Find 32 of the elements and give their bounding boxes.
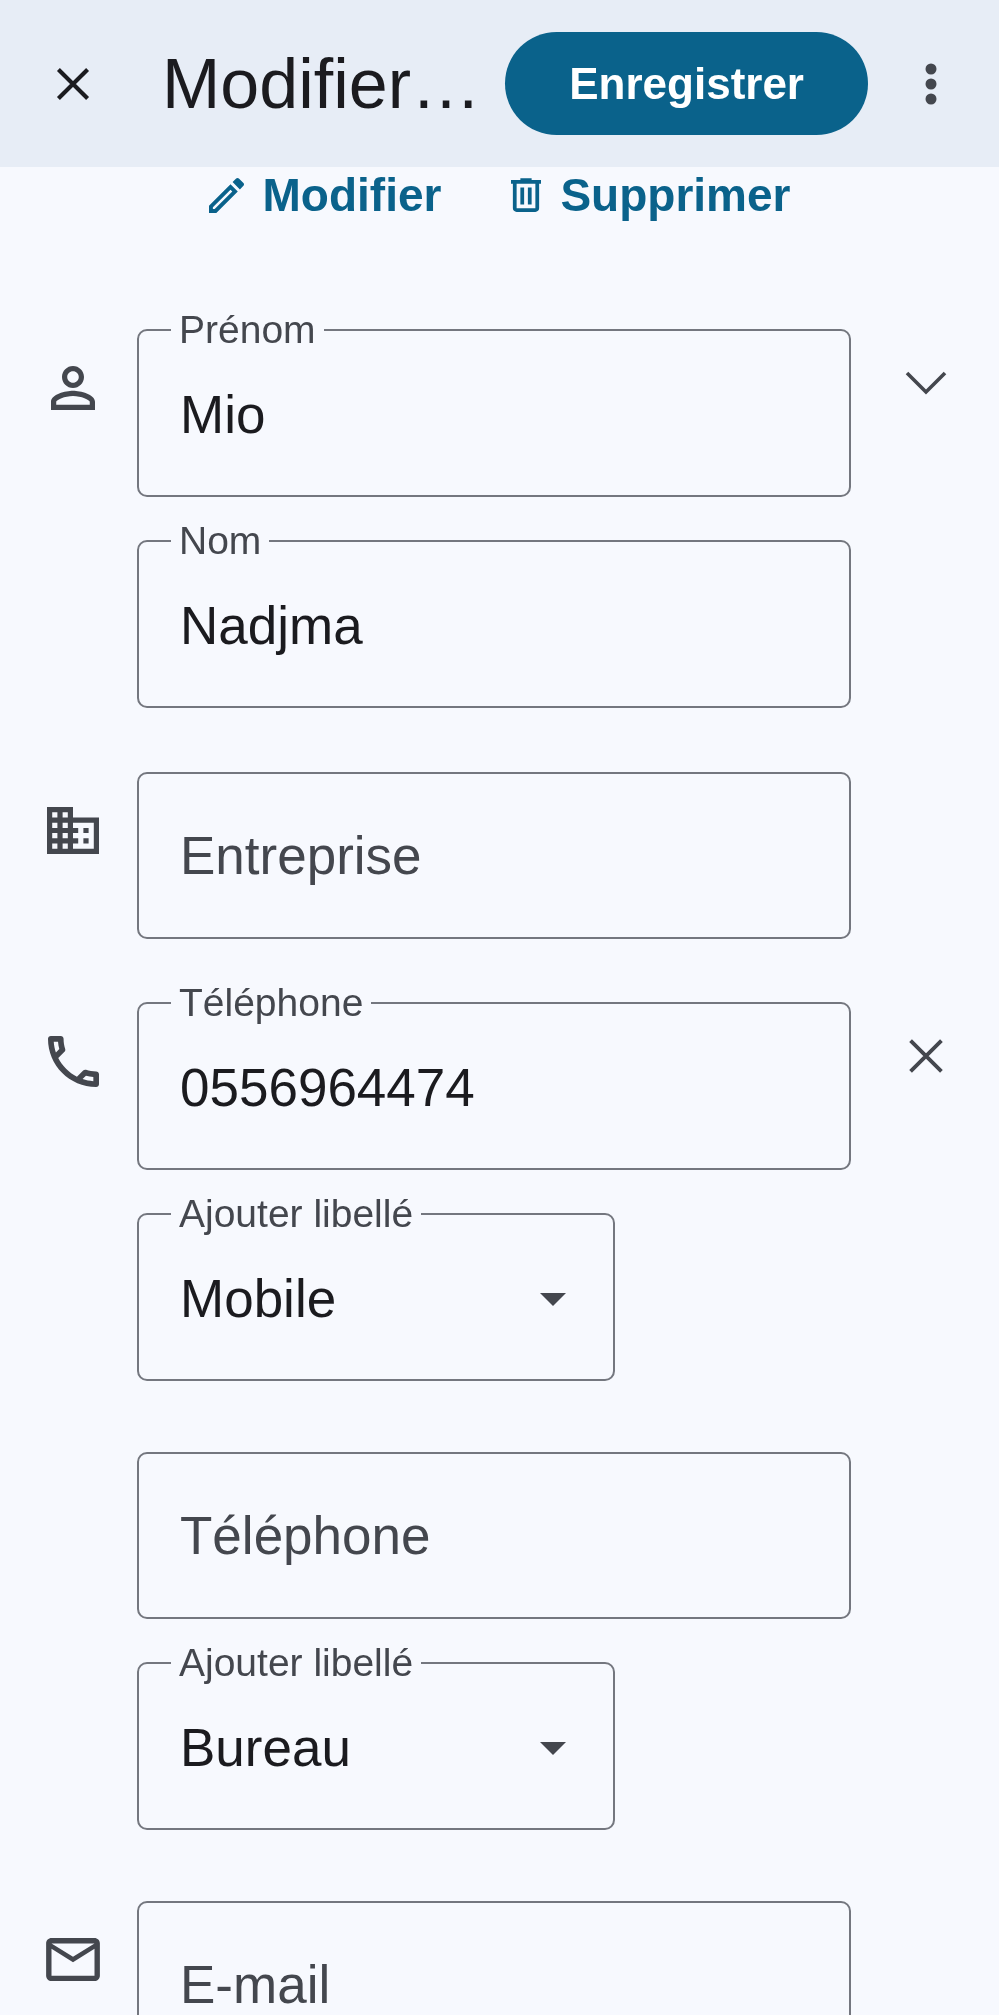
building-icon xyxy=(47,806,99,854)
field-label: Prénom xyxy=(178,308,317,352)
field-label: Ajouter libellé xyxy=(178,1641,415,1685)
pencil-icon xyxy=(208,177,244,213)
text-field[interactable]: Téléphone xyxy=(137,1452,851,1619)
trash-icon xyxy=(511,178,542,212)
dropdown-input[interactable]: Mobile xyxy=(171,1267,530,1331)
mail-icon xyxy=(46,1937,100,1981)
text-field[interactable]: E-mail xyxy=(137,1901,851,2015)
person-icon xyxy=(51,366,95,410)
field-label: Ajouter libellé xyxy=(178,1192,415,1236)
text-field[interactable]: Entreprise xyxy=(137,772,851,939)
text-input[interactable]: 0556964474 xyxy=(171,1056,817,1120)
text-input[interactable]: E-mail xyxy=(171,1953,817,2015)
phone-icon xyxy=(47,1035,99,1087)
page-title: Modifier… xyxy=(162,43,481,124)
field-label: Téléphone xyxy=(178,981,365,1025)
dropdown-input[interactable]: Bureau xyxy=(171,1716,530,1780)
text-input[interactable]: Entreprise xyxy=(171,824,817,888)
save-button[interactable]: Enregistrer xyxy=(505,32,868,135)
chevron-down-icon[interactable] xyxy=(905,371,947,395)
more-menu-icon[interactable] xyxy=(925,62,937,105)
text-input[interactable]: Nadjma xyxy=(171,594,817,658)
text-input[interactable]: Téléphone xyxy=(171,1504,817,1568)
field-label: Nom xyxy=(178,519,263,563)
caret-icon xyxy=(540,1292,566,1306)
text-input[interactable]: Mio xyxy=(171,383,817,447)
caret-icon xyxy=(540,1741,566,1755)
close-icon[interactable] xyxy=(908,1038,944,1074)
edit-button[interactable]: Modifier xyxy=(208,168,442,222)
close-icon[interactable] xyxy=(56,66,90,101)
delete-button[interactable]: Supprimer xyxy=(511,168,791,222)
